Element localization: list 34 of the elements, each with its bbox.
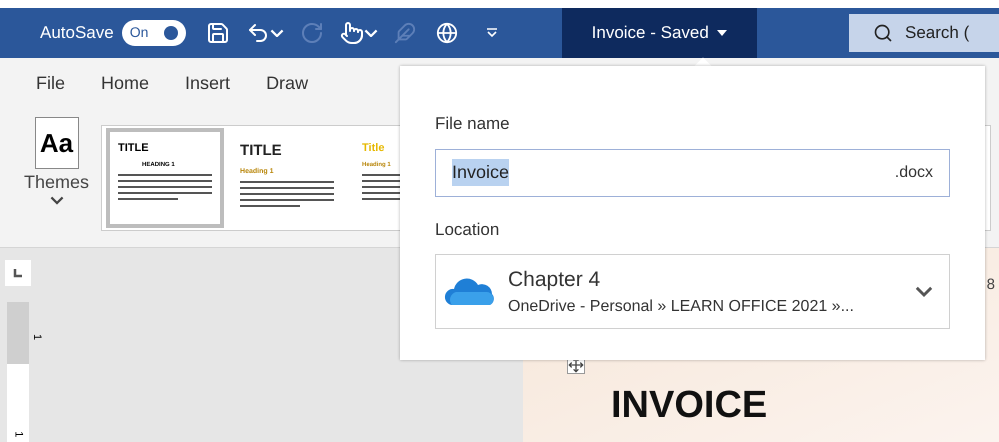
style-title: TITLE [118, 141, 150, 156]
ribbon-tab[interactable]: Home [101, 70, 150, 98]
location-folder: Chapter 4 [508, 266, 602, 293]
themes-button[interactable]: Aa Themes [24, 117, 90, 205]
tab-selector-icon[interactable] [5, 260, 31, 286]
field-label: Location [435, 218, 500, 240]
ribbon-tab[interactable]: Draw [266, 70, 308, 98]
chevron-down-icon[interactable] [364, 28, 378, 38]
document-heading: INVOICE [611, 386, 768, 424]
chevron-down-icon[interactable] [270, 28, 284, 38]
search-field[interactable]: Search ( [849, 14, 999, 52]
themes-icon: Aa [34, 117, 79, 170]
file-extension: .docx [894, 162, 933, 182]
autosave-toggle[interactable]: On [122, 20, 186, 46]
style-title: Title [362, 141, 386, 156]
location-dropdown[interactable]: Chapter 4 OneDrive - Personal » LEARN OFFICE 2021 »... [435, 254, 950, 329]
style-title: TITLE [240, 141, 283, 162]
chevron-down-icon [915, 286, 933, 297]
ribbon-tab[interactable]: File [36, 70, 66, 98]
chevron-down-icon [50, 196, 64, 205]
save-icon[interactable] [206, 20, 230, 45]
ruler-number: 1 [30, 334, 44, 340]
location-path: OneDrive - Personal » LEARN OFFICE 2021 »... [508, 297, 855, 318]
ruler-number: 1 [11, 430, 26, 437]
hand-pointer-icon[interactable] [340, 20, 364, 45]
ribbon-tab[interactable]: Insert [185, 70, 230, 98]
globe-icon[interactable] [436, 22, 458, 44]
file-name-field[interactable]: Invoice .docx [435, 148, 950, 196]
autosave-label: AutoSave [40, 22, 114, 44]
customize-icon[interactable] [486, 28, 498, 38]
field-label: File name [435, 113, 511, 135]
ruler-number: 8 [986, 275, 995, 295]
caret-icon [716, 30, 727, 36]
search-icon [873, 22, 893, 43]
